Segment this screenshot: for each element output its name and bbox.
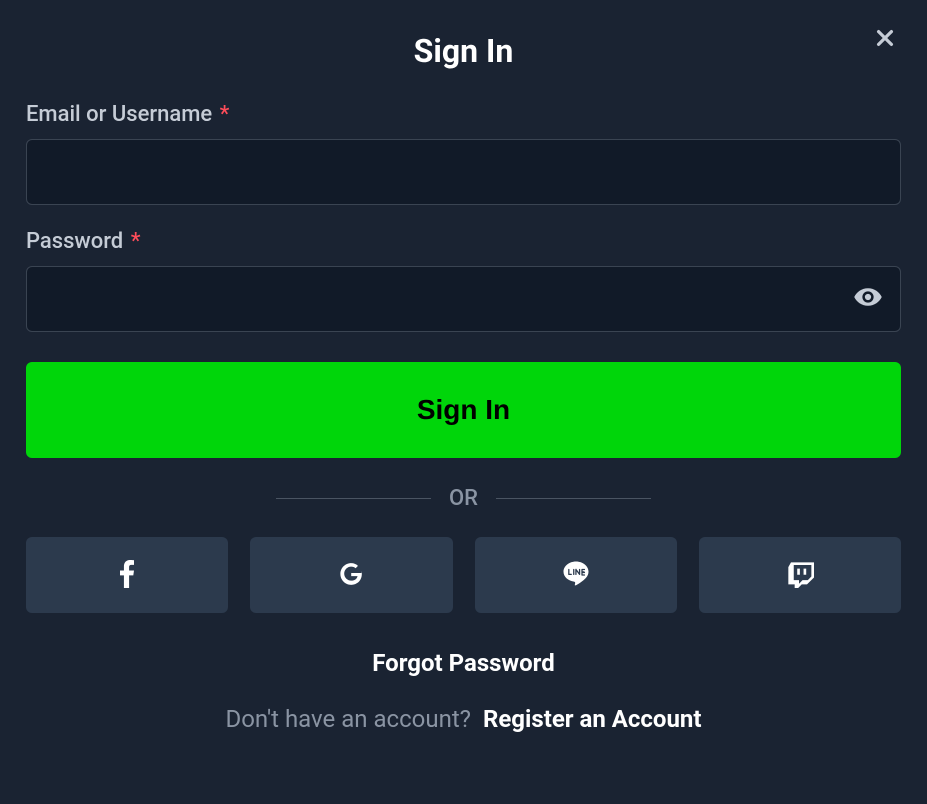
required-mark: * [220, 102, 230, 127]
forgot-password-link[interactable]: Forgot Password [26, 649, 901, 677]
signin-modal: Sign In Email or Username * Password * S… [0, 0, 927, 804]
close-icon [874, 27, 896, 53]
signin-button[interactable]: Sign In [26, 362, 901, 458]
password-field-group: Password * [26, 229, 901, 332]
register-prompt-text: Don't have an account? [225, 705, 471, 733]
divider-line-right [496, 498, 651, 499]
username-input[interactable] [26, 139, 901, 205]
password-input[interactable] [26, 266, 901, 332]
google-login-button[interactable] [250, 537, 452, 613]
password-label-text: Password [26, 229, 123, 254]
password-input-wrapper [26, 266, 901, 332]
divider: OR [26, 486, 901, 511]
required-mark: * [131, 229, 141, 254]
modal-title: Sign In [26, 32, 901, 70]
social-login-row [26, 537, 901, 613]
facebook-login-button[interactable] [26, 537, 228, 613]
close-button[interactable] [873, 28, 897, 52]
toggle-password-visibility-button[interactable] [853, 282, 883, 316]
register-row: Don't have an account? Register an Accou… [26, 705, 901, 733]
eye-icon [853, 282, 883, 316]
line-login-button[interactable] [475, 537, 677, 613]
username-field-group: Email or Username * [26, 102, 901, 205]
divider-text: OR [449, 486, 478, 511]
divider-line-left [276, 498, 431, 499]
register-link[interactable]: Register an Account [483, 705, 702, 733]
google-icon [337, 560, 365, 591]
twitch-login-button[interactable] [699, 537, 901, 613]
line-icon [561, 559, 591, 592]
twitch-icon [786, 560, 814, 591]
username-label: Email or Username * [26, 102, 901, 127]
username-label-text: Email or Username [26, 102, 212, 127]
password-label: Password * [26, 229, 901, 254]
facebook-icon [120, 560, 134, 591]
